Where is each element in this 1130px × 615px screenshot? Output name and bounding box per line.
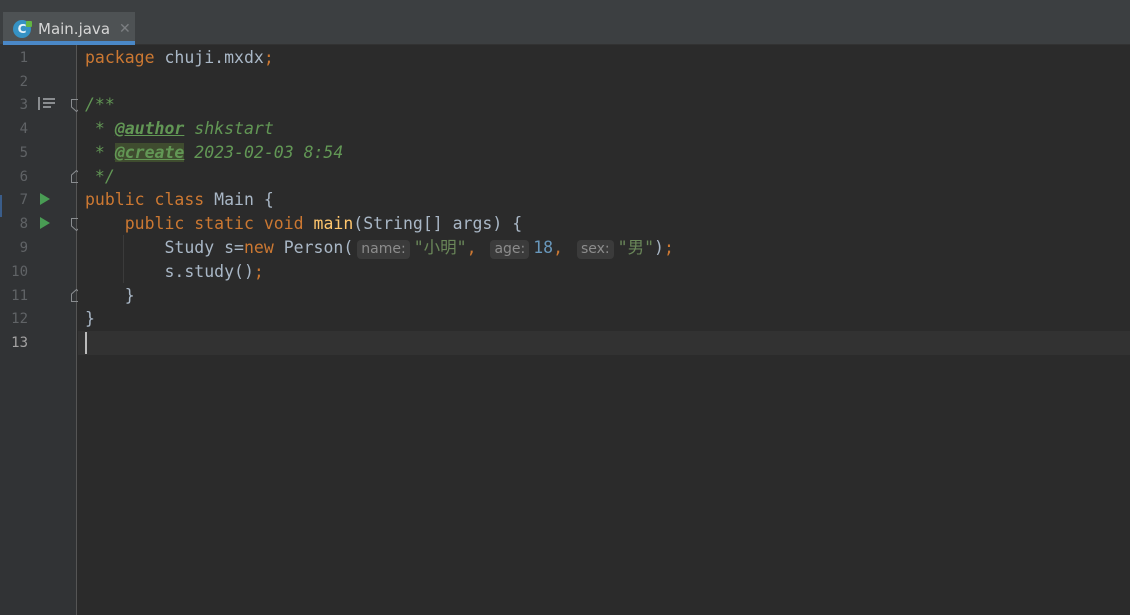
class-name: Main	[214, 190, 254, 209]
method-call: s.study()	[164, 262, 254, 281]
declaration: Study s=	[164, 238, 244, 257]
line-number: 1	[19, 50, 28, 66]
code-line-9: Study s=new Person(name: "小明", age: 18, se…	[85, 236, 674, 260]
line-number: 11	[11, 288, 28, 304]
javadoc-tag: @create	[114, 143, 185, 162]
caret-line-highlight	[78, 331, 1130, 355]
keyword: public	[85, 190, 145, 209]
line-number: 8	[19, 216, 28, 232]
semicolon: ;	[663, 238, 674, 257]
tab-main-java[interactable]: C Main.java ✕	[3, 12, 135, 45]
runnable-badge-icon	[26, 20, 32, 27]
run-main-method-icon[interactable]	[40, 217, 50, 229]
line-number-current: 13	[11, 335, 28, 351]
editor-gutter[interactable]: 1 2 3 4 5 6 7 8 9 10 11 12 13	[0, 45, 82, 615]
line-number: 7	[19, 192, 28, 208]
line-number: 2	[19, 74, 28, 90]
comment-star: *	[85, 119, 115, 138]
code-line-6: */	[85, 165, 115, 189]
package-name: chuji.mxdx	[154, 48, 264, 67]
brace: }	[85, 309, 95, 328]
param-hint-age: age:	[490, 240, 530, 259]
brace: }	[124, 286, 135, 305]
semicolon: ;	[263, 48, 274, 67]
code-line-4: * @author shkstart	[85, 117, 274, 141]
string-literal: "小明"	[413, 238, 467, 257]
semicolon: ;	[253, 262, 264, 281]
keyword: void	[263, 214, 304, 233]
method-params: (String[] args) {	[353, 214, 523, 233]
param-hint-sex: sex:	[576, 240, 614, 259]
code-line-7: public class Main {	[85, 188, 274, 212]
run-main-class-icon[interactable]	[40, 193, 50, 205]
keyword: public	[124, 214, 185, 233]
comma: ,	[553, 238, 564, 257]
method-name: main	[313, 214, 354, 233]
java-class-icon: C	[13, 19, 32, 38]
close-tab-icon[interactable]: ✕	[119, 21, 131, 37]
editor-tab-bar: C Main.java ✕	[0, 0, 1130, 45]
line-number: 5	[19, 145, 28, 161]
code-line-11: }	[85, 284, 135, 308]
code-line-12: }	[85, 307, 95, 331]
constructor: Person(	[273, 238, 354, 257]
code-line-3: /**	[85, 93, 115, 117]
comment-open: /**	[85, 95, 115, 114]
tab-label: Main.java	[38, 19, 111, 38]
number-literal: 18	[533, 238, 554, 257]
close-paren: )	[654, 238, 664, 257]
comment-close: */	[85, 167, 115, 186]
code-editor[interactable]: package chuji.mxdx; /** * @author shksta…	[78, 45, 1130, 615]
code-line-5: * @create 2023-02-03 8:54	[85, 141, 343, 165]
keyword: static	[194, 214, 254, 233]
keyword: package	[85, 48, 155, 67]
line-number: 4	[19, 121, 28, 137]
code-line-1: package chuji.mxdx;	[85, 46, 274, 70]
code-line-10: s.study();	[85, 260, 264, 284]
param-hint-name: name:	[357, 240, 410, 259]
line-number: 12	[11, 311, 28, 327]
comma: ,	[466, 238, 477, 257]
render-doc-icon[interactable]	[38, 97, 55, 111]
keyword: new	[243, 238, 274, 257]
string-literal: "男"	[617, 238, 655, 257]
line-number: 6	[19, 169, 28, 185]
comment-star: *	[85, 143, 115, 162]
javadoc-value: 2023-02-03 8:54	[184, 143, 344, 162]
javadoc-tag: @author	[114, 119, 185, 138]
line-number: 9	[19, 240, 28, 256]
line-number: 10	[11, 264, 28, 280]
line-number: 3	[19, 97, 28, 113]
javadoc-value: shkstart	[184, 119, 274, 138]
keyword: class	[154, 190, 205, 209]
brace: {	[253, 190, 274, 209]
code-line-8: public static void main(String[] args) {	[85, 212, 522, 236]
text-caret	[85, 332, 87, 354]
